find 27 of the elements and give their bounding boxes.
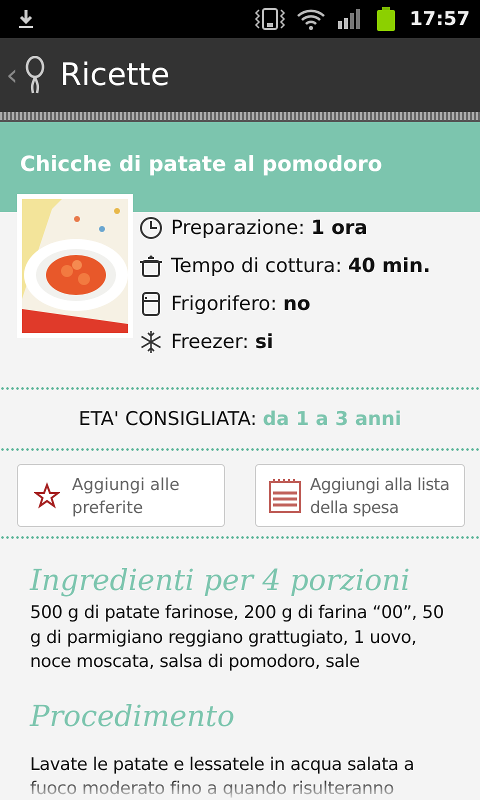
download-icon [18,9,34,29]
pot-icon [139,254,163,278]
fridge-icon [139,292,163,316]
clock-time: 17:57 [410,8,470,30]
signal-icon [338,8,362,30]
section-heading: Ingredienti per 4 porzioni [30,563,411,597]
info-text: Frigorifero: no [171,291,310,317]
wifi-icon [296,7,326,31]
clock-icon [139,216,163,240]
vibrate-icon [254,7,286,31]
notepad-icon [268,478,302,514]
info-text: Freezer: si [171,329,274,355]
star-icon [34,482,60,510]
age-label: ETA' CONSIGLIATA: [78,408,257,430]
info-text: Preparazione: 1 ora [171,215,368,241]
snowflake-icon [139,330,163,354]
spoon-icon [24,56,46,94]
add-to-list-button[interactable]: Aggiungi alla lista della spesa [255,464,465,527]
age-value: da 1 a 3 anni [262,408,402,430]
back-button[interactable]: ‹ [6,56,46,94]
screen-title: Ricette [60,57,170,93]
add-favorite-button[interactable]: Aggiungi alle preferite [17,464,225,527]
section-text: 500 g di patate farinose, 200 g di farina “00”, 50 g di parmigiano reggiano grattugiato, 1 uovo, noce moscata, salsa di pomodoro, sale [30,602,445,674]
recipe-title: Chicche di patate al pomodoro [20,152,384,176]
info-text: Tempo di cottura: 40 min. [171,253,430,279]
battery-icon [376,7,396,31]
section-heading: Procedimento [30,698,236,732]
